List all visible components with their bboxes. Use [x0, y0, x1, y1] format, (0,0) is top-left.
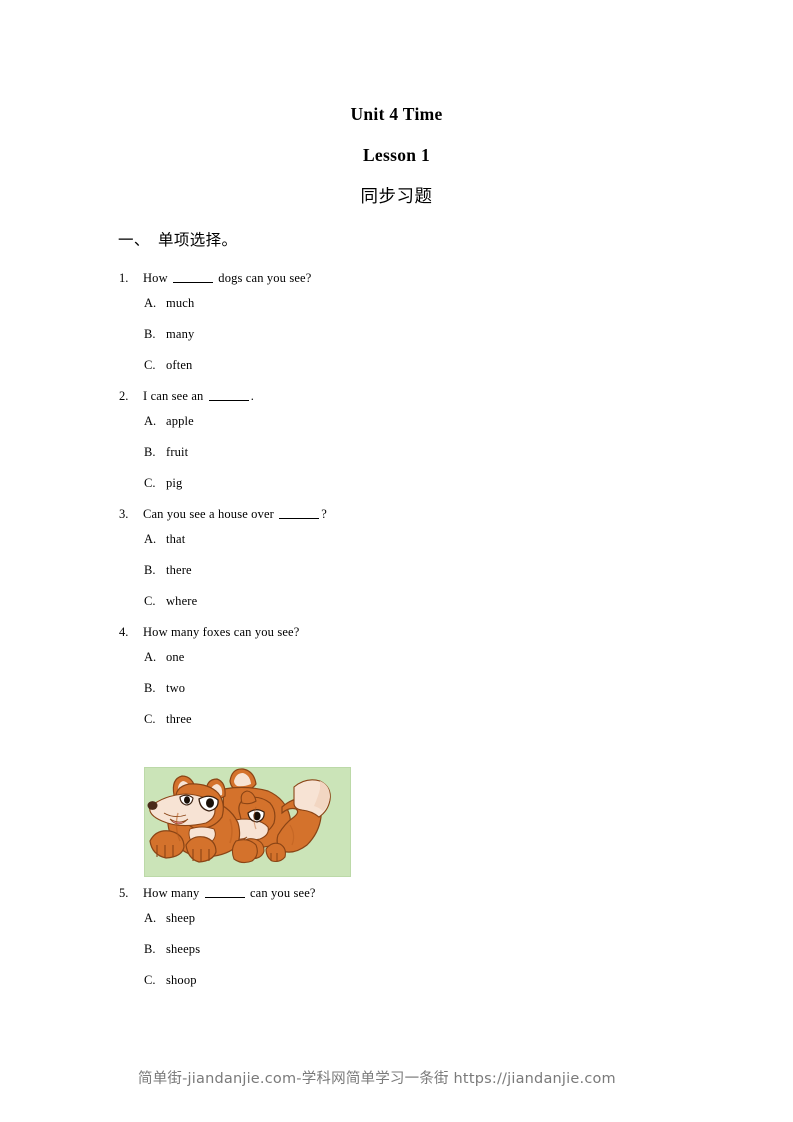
document-page: Unit 4 Time Lesson 1 同步习题 一、 单项选择。 1. Ho… — [0, 0, 793, 1122]
option-list: A. sheep B. sheeps C. shoop — [0, 909, 793, 1002]
option-text: often — [166, 358, 193, 372]
footer-watermark: 简单街-jiandanjie.com-学科网简单学习一条街 https://ji… — [138, 1071, 616, 1087]
option-item[interactable]: B. many — [0, 325, 793, 356]
option-text: there — [166, 563, 192, 577]
option-text: where — [166, 594, 198, 608]
answer-blank[interactable] — [173, 272, 214, 283]
option-item[interactable]: B. there — [0, 561, 793, 592]
question-number: 4. — [119, 625, 129, 639]
option-item[interactable]: B. sheeps — [0, 940, 793, 971]
title-block: Unit 4 Time Lesson 1 同步习题 — [0, 103, 793, 207]
option-item[interactable]: C. shoop — [0, 971, 793, 1002]
option-letter: A. — [144, 650, 157, 664]
option-text: shoop — [166, 973, 197, 987]
question-number: 1. — [119, 271, 129, 285]
question-item: 1. How dogs can you see? A. much B. many… — [0, 269, 793, 387]
question-text: How many foxes can you see? — [143, 625, 300, 639]
option-letter: B. — [144, 942, 156, 956]
option-text: two — [166, 681, 186, 695]
question-stem: 1. How dogs can you see? — [0, 269, 793, 294]
option-letter: C. — [144, 712, 156, 726]
exercise-label: 同步习题 — [360, 186, 433, 206]
stem-before: I can see an — [143, 389, 207, 403]
option-letter: C. — [144, 594, 156, 608]
option-letter: A. — [144, 414, 157, 428]
answer-blank[interactable] — [204, 887, 245, 898]
stem-before: How many — [143, 886, 203, 900]
two-foxes-image — [144, 767, 351, 877]
section-heading: 一、 单项选择。 — [118, 232, 238, 249]
figure-spacer — [0, 741, 793, 884]
option-text: three — [166, 712, 192, 726]
option-list: A. much B. many C. often — [0, 294, 793, 387]
answer-blank[interactable] — [208, 390, 249, 401]
option-list: A. apple B. fruit C. pig — [0, 412, 793, 505]
option-list: A. that B. there C. where — [0, 530, 793, 623]
stem-before: How — [143, 271, 172, 285]
option-letter: C. — [144, 973, 156, 987]
option-letter: C. — [144, 476, 156, 490]
option-item[interactable]: A. much — [0, 294, 793, 325]
question-number: 3. — [119, 507, 129, 521]
question-text: How many can you see? — [143, 884, 316, 903]
question-list: 1. How dogs can you see? A. much B. many… — [0, 269, 793, 1002]
option-text: pig — [166, 476, 183, 490]
option-item[interactable]: B. fruit — [0, 443, 793, 474]
question-text: Can you see a house over ? — [143, 505, 327, 524]
stem-after: dogs can you see? — [215, 271, 312, 285]
stem-after: . — [250, 389, 254, 403]
lesson-subtitle: Lesson 1 — [362, 145, 431, 165]
page-title: Unit 4 Time — [350, 104, 443, 124]
option-text: sheep — [166, 911, 196, 925]
option-text: one — [166, 650, 185, 664]
option-item[interactable]: A. apple — [0, 412, 793, 443]
option-text: sheeps — [166, 942, 201, 956]
option-letter: B. — [144, 681, 156, 695]
option-list: A. one B. two C. three — [0, 648, 793, 741]
option-item[interactable]: A. sheep — [0, 909, 793, 940]
option-item[interactable]: A. that — [0, 530, 793, 561]
option-letter: A. — [144, 532, 157, 546]
question-number: 5. — [119, 886, 129, 900]
option-letter: A. — [144, 296, 157, 310]
option-letter: C. — [144, 358, 156, 372]
question-item: 3. Can you see a house over ? A. that B.… — [0, 505, 793, 623]
fox-illustration — [144, 767, 351, 877]
option-letter: A. — [144, 911, 157, 925]
question-item: 2. I can see an . A. apple B. fruit C. p… — [0, 387, 793, 505]
option-text: many — [166, 327, 195, 341]
question-stem: 5. How many can you see? — [0, 884, 793, 909]
option-item[interactable]: B. two — [0, 679, 793, 710]
option-text: that — [166, 532, 186, 546]
answer-blank[interactable] — [279, 508, 320, 519]
stem-before: Can you see a house over — [143, 507, 278, 521]
question-item: 5. How many can you see? A. sheep B. she… — [0, 884, 793, 1002]
option-text: much — [166, 296, 195, 310]
stem-after: ? — [321, 507, 327, 521]
option-item[interactable]: C. pig — [0, 474, 793, 505]
question-stem: 4. How many foxes can you see? — [0, 623, 793, 648]
question-item: 4. How many foxes can you see? A. one B.… — [0, 623, 793, 741]
option-item[interactable]: C. where — [0, 592, 793, 623]
question-stem: 3. Can you see a house over ? — [0, 505, 793, 530]
option-text: apple — [166, 414, 194, 428]
question-stem: 2. I can see an . — [0, 387, 793, 412]
option-item[interactable]: C. three — [0, 710, 793, 741]
option-letter: B. — [144, 563, 156, 577]
option-letter: B. — [144, 445, 156, 459]
option-letter: B. — [144, 327, 156, 341]
question-text: I can see an . — [143, 387, 254, 406]
question-number: 2. — [119, 389, 129, 403]
option-item[interactable]: A. one — [0, 648, 793, 679]
option-text: fruit — [166, 445, 189, 459]
question-text: How dogs can you see? — [143, 269, 311, 288]
option-item[interactable]: C. often — [0, 356, 793, 387]
stem-after: can you see? — [246, 886, 316, 900]
